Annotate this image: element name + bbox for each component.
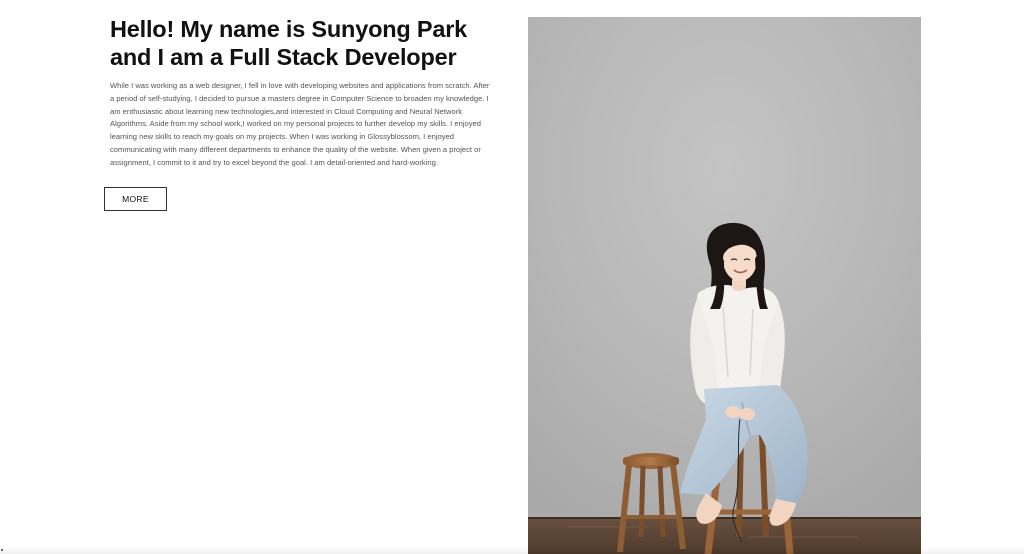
about-page: Hello! My name is Sunyong Park and I am … — [0, 0, 1024, 554]
title-line-2: and I am a Full Stack Developer — [110, 43, 457, 70]
title-line-1: Hello! My name is Sunyong Park — [110, 16, 468, 42]
page-bottom-edge — [0, 547, 1024, 554]
intro-section: Hello! My name is Sunyong Park and I am … — [110, 16, 494, 170]
cursor-dot — [1, 549, 3, 551]
profile-photo — [528, 17, 921, 554]
bio-paragraph: While I was working as a web designer, I… — [110, 81, 490, 167]
page-title: Hello! My name is Sunyong Park and I am … — [110, 16, 494, 71]
more-button[interactable]: MORE — [104, 187, 167, 211]
profile-photo-illustration — [528, 17, 921, 554]
